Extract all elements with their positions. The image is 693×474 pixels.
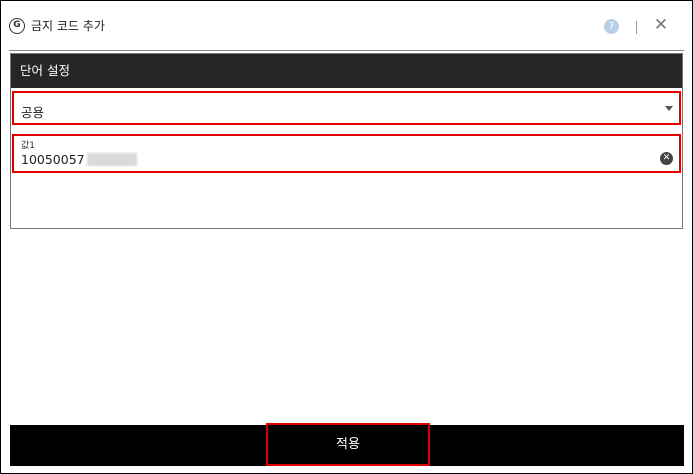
window-title: 금지 코드 추가: [31, 19, 105, 33]
redacted-text: [86, 153, 137, 166]
value-field-input[interactable]: 10050057: [21, 152, 137, 167]
panel-header: 단어 설정: [11, 54, 682, 88]
titlebar-separator: [636, 21, 637, 34]
scope-select[interactable]: 공용: [12, 91, 681, 125]
word-settings-panel: 단어 설정 공용 값1 10050057 ✕: [10, 53, 683, 229]
close-icon[interactable]: ✕: [652, 15, 670, 35]
help-icon[interactable]: ?: [604, 19, 619, 34]
value-field[interactable]: 값1 10050057 ✕: [12, 134, 681, 173]
scope-select-value: 공용: [21, 105, 45, 120]
apply-button[interactable]: 적용: [266, 423, 430, 466]
dialog-window: G 금지 코드 추가 ? ✕ 단어 설정 공용 값1 10050057 ✕ 적용: [0, 0, 693, 474]
caret-down-icon[interactable]: [665, 106, 673, 111]
value-field-text: 10050057: [21, 152, 85, 167]
title-divider: [9, 50, 684, 51]
value-field-label: 값1: [21, 141, 36, 151]
apply-bar[interactable]: 적용: [10, 423, 684, 466]
clear-icon[interactable]: ✕: [660, 152, 673, 165]
title-bar: G 금지 코드 추가 ? ✕: [1, 1, 692, 49]
app-logo-icon: G: [9, 18, 25, 34]
